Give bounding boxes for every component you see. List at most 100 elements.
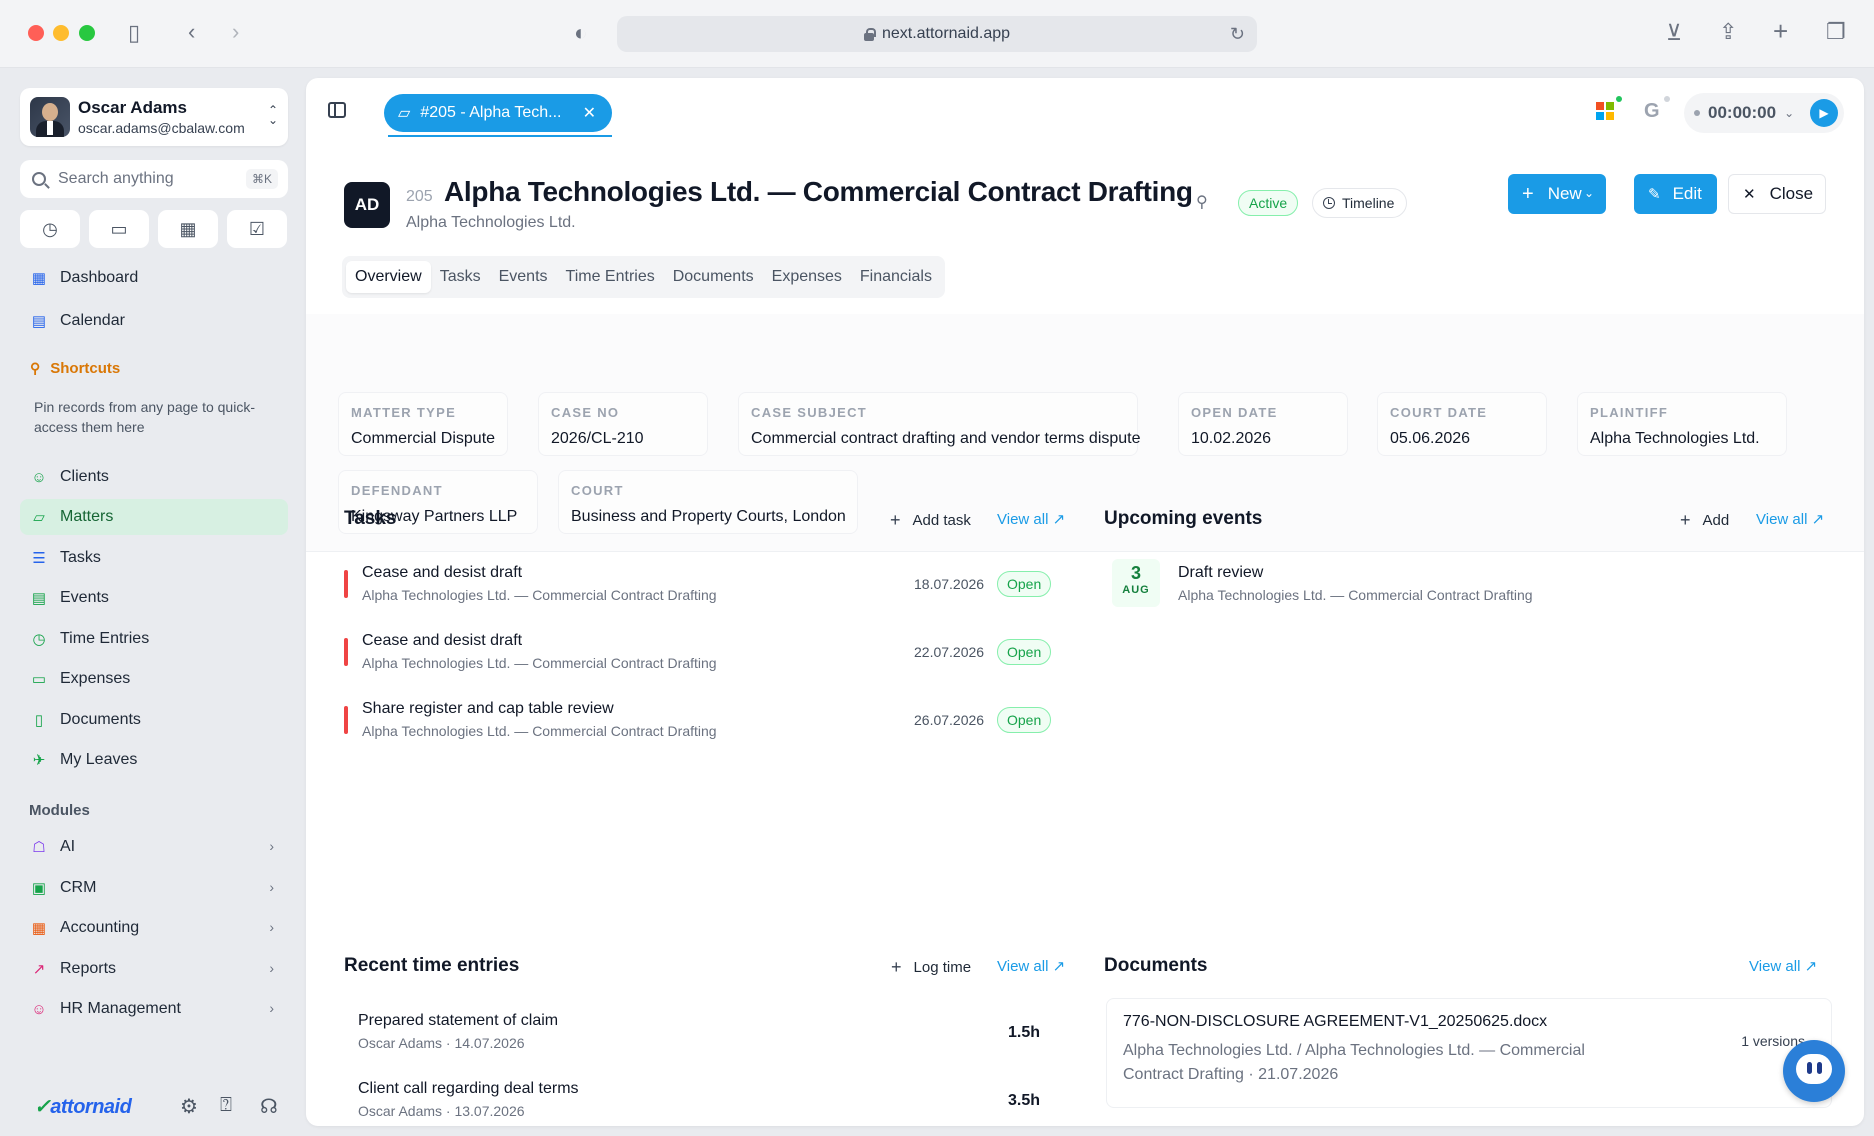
close-button[interactable]: ✕ Close <box>1728 174 1826 214</box>
sidebar-item-label: Clients <box>60 468 109 485</box>
log-time-button[interactable]: + Log time <box>891 957 971 978</box>
share-icon[interactable]: ⇪ <box>1719 21 1737 43</box>
events-view-all-link[interactable]: View all ↗ <box>1756 510 1824 528</box>
time-entry-row[interactable]: Prepared statement of claim Oscar Adams … <box>344 1004 1056 1060</box>
add-event-button[interactable]: + Add <box>1680 510 1729 531</box>
sidebar-item-dashboard[interactable]: ▦ Dashboard <box>20 260 288 296</box>
sidebar-item-expenses[interactable]: ▭ Expenses <box>20 661 288 697</box>
tab-financials[interactable]: Financials <box>851 261 941 293</box>
user-switcher[interactable]: Oscar Adams oscar.adams@cbalaw.com ⌃ ⌄ <box>20 88 288 146</box>
tab-overview[interactable]: Overview <box>346 261 431 293</box>
field-label: Defendant <box>351 483 443 498</box>
sidebar-item-time-entries[interactable]: ◷ Time Entries <box>20 621 288 657</box>
search-input[interactable]: Search anything ⌘K <box>20 160 288 198</box>
sidebar-item-accounting[interactable]: ▦ Accounting › <box>20 910 288 946</box>
avatar <box>30 97 70 137</box>
task-row[interactable]: Share register and cap table review Alph… <box>344 692 1056 748</box>
play-icon[interactable]: ▶ <box>1810 99 1838 127</box>
close-tab-icon[interactable]: ✕ <box>583 103 596 123</box>
sidebar-item-label: Dashboard <box>60 269 139 286</box>
document-card[interactable]: 776-NON-DISCLOSURE AGREEMENT-V1_20250625… <box>1106 998 1832 1108</box>
task-row[interactable]: Cease and desist draft Alpha Technologie… <box>344 624 1056 680</box>
time-entry-meta: Oscar Adams · 14.07.2026 <box>358 1035 525 1051</box>
tab-documents[interactable]: Documents <box>664 261 763 293</box>
forward-icon[interactable]: › <box>232 21 239 43</box>
field-value: Commercial Dispute <box>351 430 496 447</box>
download-icon[interactable]: ⊻ <box>1666 22 1682 44</box>
headset-icon[interactable]: ☊ <box>260 1094 278 1119</box>
sidebar-item-hr-management[interactable]: ☺ HR Management › <box>20 991 288 1027</box>
chevron-down-icon[interactable]: ⌄ <box>1584 186 1594 200</box>
matter-client[interactable]: Alpha Technologies Ltd. <box>406 214 576 232</box>
plus-icon: + <box>891 957 902 977</box>
tab-overview-icon[interactable]: ❐ <box>1826 21 1846 43</box>
sidebar-item-tasks[interactable]: ☰ Tasks <box>20 540 288 576</box>
field-label: Open Date <box>1191 405 1278 420</box>
microsoft-icon[interactable] <box>1596 102 1614 120</box>
pin-icon: ⚲ <box>30 360 41 376</box>
timeline-button[interactable]: Timeline <box>1312 188 1408 218</box>
tab-time-entries[interactable]: Time Entries <box>557 261 664 293</box>
support-chat-button[interactable] <box>1783 1040 1845 1102</box>
field-court-date: Court Date 05.06.2026 <box>1377 392 1547 456</box>
time-tracker[interactable]: 00:00:00 ⌄ ▶ <box>1684 93 1844 133</box>
shield-icon[interactable]: ◐ <box>574 22 587 44</box>
priority-bar <box>344 570 348 598</box>
google-icon[interactable]: G <box>1644 100 1660 123</box>
tasks-view-all-link[interactable]: View all ↗ <box>997 510 1065 528</box>
tab-events[interactable]: Events <box>490 261 557 293</box>
wallet-button[interactable]: ▭ <box>89 210 149 248</box>
todo-button[interactable]: ☑ <box>227 210 287 248</box>
attornaid-logo[interactable]: ✓attornaid <box>34 1094 132 1119</box>
sidebar-item-documents[interactable]: ▯ Documents <box>20 702 288 738</box>
sidebar-item-ai[interactable]: ☖ AI › <box>20 829 288 865</box>
time-view-all-link[interactable]: View all ↗ <box>997 957 1065 975</box>
pencil-icon: ✎ <box>1648 186 1661 203</box>
tab-tasks[interactable]: Tasks <box>431 261 490 293</box>
close-window-button[interactable] <box>28 25 44 41</box>
address-bar[interactable]: next.attornaid.app ↻ <box>617 16 1257 52</box>
recent-button[interactable]: ◷ <box>20 210 80 248</box>
documents-view-all-link[interactable]: View all ↗ <box>1749 957 1817 975</box>
modules-heading: Modules <box>29 802 90 819</box>
pin-icon[interactable]: ⚲ <box>1196 192 1208 212</box>
sidebar-item-clients[interactable]: ☺ Clients <box>20 459 288 495</box>
add-event-label: Add <box>1702 512 1730 529</box>
lock-icon <box>863 28 876 41</box>
timer-value: 00:00:00 <box>1708 103 1777 122</box>
tab-label: #205 - Alpha Tech... <box>420 104 562 121</box>
sidebar-item-crm[interactable]: ▣ CRM › <box>20 870 288 906</box>
time-entry-title: Client call regarding deal terms <box>358 1080 579 1097</box>
event-row[interactable]: 3 AUG Draft review Alpha Technologies Lt… <box>1112 559 1712 615</box>
task-row[interactable]: Cease and desist draft Alpha Technologie… <box>344 556 1056 612</box>
task-title: Cease and desist draft <box>362 564 523 581</box>
field-matter-type: Matter Type Commercial Dispute <box>338 392 508 456</box>
sidebar-item-events[interactable]: ▤ Events <box>20 580 288 616</box>
calendar-quick-button[interactable]: ▦ <box>158 210 218 248</box>
edit-button[interactable]: ✎ Edit <box>1634 174 1717 214</box>
zoom-window-button[interactable] <box>79 25 95 41</box>
panel-toggle-icon[interactable] <box>328 102 346 118</box>
new-button[interactable]: + New ⌄ <box>1508 174 1606 214</box>
field-plaintiff: Plaintiff Alpha Technologies Ltd. <box>1577 392 1787 456</box>
priority-bar <box>344 638 348 666</box>
sidebar-item-matters[interactable]: ▱ Matters <box>20 499 288 535</box>
new-tab-icon[interactable]: + <box>1773 18 1788 44</box>
task-matter: Alpha Technologies Ltd. — Commercial Con… <box>362 587 717 603</box>
chevron-down-icon[interactable]: ⌄ <box>1784 106 1794 120</box>
sidebar-toggle-icon[interactable]: ▯ <box>128 22 140 44</box>
help-icon[interactable]: ⍰ <box>220 1094 232 1117</box>
time-entry-row[interactable]: Client call regarding deal terms Oscar A… <box>344 1072 1056 1126</box>
gear-icon[interactable]: ⚙ <box>180 1094 198 1119</box>
tab-expenses[interactable]: Expenses <box>763 261 851 293</box>
sidebar-item-reports[interactable]: ↗ Reports › <box>20 951 288 987</box>
sidebar-item-my-leaves[interactable]: ✈ My Leaves <box>20 742 288 778</box>
add-task-button[interactable]: + Add task <box>890 510 971 531</box>
reload-icon[interactable]: ↻ <box>1230 24 1245 45</box>
back-icon[interactable]: ‹ <box>188 21 195 43</box>
minimize-window-button[interactable] <box>53 25 69 41</box>
close-label: Close <box>1769 184 1814 203</box>
open-tab-matter-205[interactable]: ▱ #205 - Alpha Tech... ✕ <box>384 94 612 132</box>
matter-tabs: Overview Tasks Events Time Entries Docum… <box>342 256 945 298</box>
sidebar-item-calendar[interactable]: ▤ Calendar <box>20 303 288 339</box>
